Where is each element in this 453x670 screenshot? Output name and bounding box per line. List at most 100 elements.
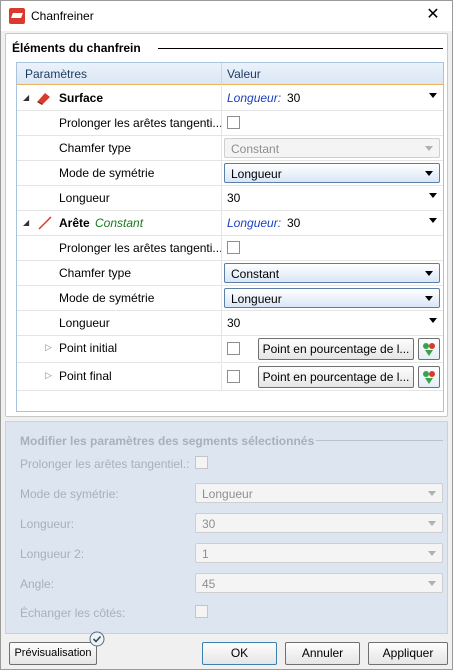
header-divider <box>221 63 222 85</box>
surface-length-row: Longueur 30 <box>17 186 443 211</box>
edge-symmetry-select[interactable]: Longueur <box>224 288 440 308</box>
edge-row[interactable]: ◢ Arête Constant Longueur: 30 <box>17 211 443 236</box>
surface-length-value[interactable]: 30 <box>227 191 240 205</box>
cell-divider <box>221 111 222 136</box>
column-header-value[interactable]: Valeur <box>227 67 261 81</box>
pick-point-icon <box>423 371 435 384</box>
edge-icon <box>38 216 52 230</box>
edge-tag: Constant <box>95 216 144 230</box>
chamfer-elements-section: Éléments du chanfrein Paramètres Valeur … <box>5 33 448 417</box>
cell-divider <box>221 211 222 236</box>
surface-symmetry-row: Mode de symétrie Longueur <box>17 161 443 186</box>
edge-chamfer-type-select[interactable]: Constant <box>224 263 440 283</box>
collapse-icon[interactable]: ◢ <box>23 93 29 102</box>
surface-chamfer-type-select[interactable]: Constant <box>224 138 440 158</box>
ok-button[interactable]: OK <box>202 642 277 665</box>
segment-parameters-section: Modifier les paramètres des segments sél… <box>5 421 448 634</box>
cell-divider <box>221 136 222 161</box>
segment-swap-checkbox[interactable] <box>195 605 208 618</box>
chevron-down-icon <box>428 521 436 526</box>
edge-chamfer-type-label: Chamfer type <box>59 266 132 280</box>
collapse-icon[interactable]: ◢ <box>23 218 29 227</box>
segment-length2-select[interactable]: 1 <box>195 543 443 563</box>
segment-length2-value: 1 <box>202 547 209 561</box>
segment-extend-label: Prolonger les arêtes tangentiel.: <box>20 457 190 471</box>
edge-value[interactable]: 30 <box>287 216 300 230</box>
section-divider <box>158 48 443 49</box>
cell-divider <box>221 86 222 111</box>
cell-divider <box>221 336 222 363</box>
cell-divider <box>221 364 222 391</box>
segment-swap-label: Échanger les côtés: <box>20 606 126 620</box>
apply-button[interactable]: Appliquer <box>368 642 448 665</box>
surface-chamfer-type-row: Chamfer type Constant <box>17 136 443 161</box>
surface-extend-label: Prolonger les arêtes tangenti... <box>59 116 223 130</box>
edge-value-dropdown-icon[interactable] <box>429 218 437 223</box>
surface-icon <box>37 93 50 105</box>
surface-extend-row: Prolonger les arêtes tangenti... <box>17 111 443 136</box>
end-point-checkbox[interactable] <box>227 370 240 383</box>
edge-extend-row: Prolonger les arêtes tangenti... <box>17 236 443 261</box>
parameters-grid: Paramètres Valeur ◢ Surface Longueur: 30… <box>16 62 444 412</box>
end-point-label: Point final <box>59 369 112 383</box>
edge-label: Arête <box>59 216 90 230</box>
edge-chamfer-type-row: Chamfer type Constant <box>17 261 443 286</box>
segment-symmetry-select[interactable]: Longueur <box>195 483 443 503</box>
end-point-button[interactable]: Point en pourcentage de l... <box>258 366 414 388</box>
chevron-down-icon <box>425 146 433 151</box>
surface-value-dropdown-icon[interactable] <box>429 93 437 98</box>
section-title: Modifier les paramètres des segments sél… <box>20 434 315 448</box>
surface-value[interactable]: 30 <box>287 91 300 105</box>
close-icon[interactable]: ✕ <box>422 5 444 25</box>
segment-angle-value: 45 <box>202 577 216 591</box>
cell-divider <box>221 236 222 261</box>
expand-icon[interactable]: ▷ <box>45 342 52 353</box>
start-point-pick-icon[interactable] <box>418 338 440 360</box>
surface-symmetry-select[interactable]: Longueur <box>224 163 440 183</box>
segment-symmetry-label: Mode de symétrie: <box>20 487 119 501</box>
preview-button[interactable]: Prévisualisation <box>9 642 97 665</box>
surface-chamfer-type-label: Chamfer type <box>59 141 132 155</box>
edge-extend-checkbox[interactable] <box>227 241 240 254</box>
surface-length-dropdown-icon[interactable] <box>429 193 437 198</box>
start-point-row: ▷ Point initial Point en pourcentage de … <box>17 336 443 363</box>
cell-divider <box>221 186 222 211</box>
section-title: Éléments du chanfrein <box>12 41 145 55</box>
surface-chamfer-type-value: Constant <box>231 142 280 156</box>
edge-length-dropdown-icon[interactable] <box>429 318 437 323</box>
cancel-button[interactable]: Annuler <box>285 642 360 665</box>
chamfer-dialog: Chanfreiner ✕ Éléments du chanfrein Para… <box>0 0 453 670</box>
surface-extend-checkbox[interactable] <box>227 116 240 129</box>
segment-length-select[interactable]: 30 <box>195 513 443 533</box>
edge-symmetry-label: Mode de symétrie <box>59 291 155 305</box>
start-point-button[interactable]: Point en pourcentage de l... <box>258 338 414 360</box>
chevron-down-icon <box>425 271 433 276</box>
edge-value-prefix: Longueur: <box>227 216 282 230</box>
edge-symmetry-value: Longueur <box>231 292 282 306</box>
cell-divider <box>221 311 222 336</box>
grid-header: Paramètres Valeur <box>17 63 443 85</box>
end-point-row: ▷ Point final Point en pourcentage de l.… <box>17 364 443 391</box>
segment-length-label: Longueur: <box>20 517 75 531</box>
start-point-label: Point initial <box>59 341 118 355</box>
check-icon <box>89 631 105 647</box>
pick-point-icon <box>423 343 435 356</box>
edge-length-label: Longueur <box>59 316 110 330</box>
segment-length-value: 30 <box>202 517 216 531</box>
surface-row[interactable]: ◢ Surface Longueur: 30 <box>17 86 443 111</box>
segment-symmetry-value: Longueur <box>202 487 253 501</box>
expand-icon[interactable]: ▷ <box>45 370 52 381</box>
segment-extend-checkbox[interactable] <box>195 456 208 469</box>
section-divider <box>316 440 443 441</box>
segment-length2-label: Longueur 2: <box>20 547 85 561</box>
chamfer-app-icon <box>9 8 25 24</box>
title-bar: Chanfreiner ✕ <box>1 1 452 31</box>
end-point-pick-icon[interactable] <box>418 366 440 388</box>
chevron-down-icon <box>428 551 436 556</box>
column-header-parameters[interactable]: Paramètres <box>25 67 87 81</box>
start-point-checkbox[interactable] <box>227 342 240 355</box>
segment-angle-select[interactable]: 45 <box>195 573 443 593</box>
edge-chamfer-type-value: Constant <box>231 267 280 281</box>
edge-length-value[interactable]: 30 <box>227 316 240 330</box>
chevron-down-icon <box>425 296 433 301</box>
